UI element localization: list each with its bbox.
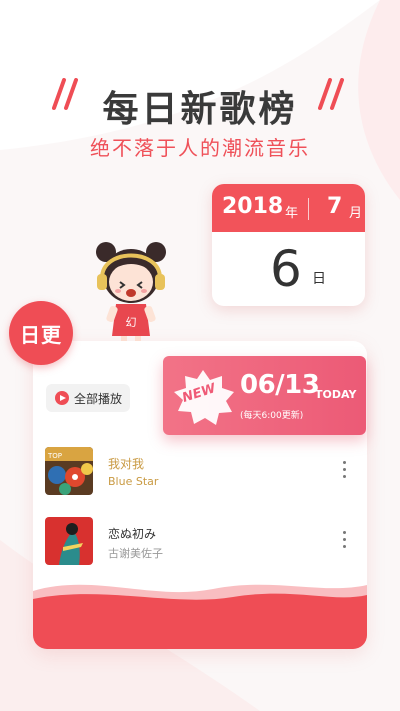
daily-update-badge: 日更 <box>9 301 73 365</box>
song-artist: Blue Star <box>108 475 159 488</box>
new-release-banner: NEW 06/13 TODAY (每天6:00更新) <box>163 356 366 435</box>
album-cover <box>45 517 93 565</box>
release-date: 06/13 <box>240 370 320 400</box>
svg-text:幻: 幻 <box>126 316 137 329</box>
calendar-month: 7 <box>327 194 343 219</box>
calendar-header: 2018 年 7 月 <box>212 184 365 232</box>
mascot-illustration: 幻 <box>96 242 166 355</box>
play-all-button[interactable]: 全部播放 <box>46 384 130 412</box>
today-label: TODAY <box>315 388 357 401</box>
calendar-year: 2018 <box>222 194 284 219</box>
calendar-month-unit: 月 <box>349 206 363 221</box>
headline-title: 每日新歌榜 <box>102 89 298 130</box>
calendar-separator <box>308 198 309 220</box>
more-icon[interactable] <box>341 531 347 553</box>
calendar-day: 6 <box>270 240 302 298</box>
calendar-year-unit: 年 <box>285 206 299 221</box>
more-icon[interactable] <box>341 461 347 483</box>
wave-decoration <box>33 584 367 649</box>
play-icon <box>55 391 69 405</box>
song-item[interactable]: TOP 我对我 Blue Star <box>45 447 355 497</box>
update-note: (每天6:00更新) <box>240 411 304 421</box>
calendar-card: 2018 年 7 月 6 日 <box>212 184 365 306</box>
svg-text:TOP: TOP <box>47 452 62 460</box>
subtitle: 绝不落于人的潮流音乐 <box>90 136 310 160</box>
play-all-label: 全部播放 <box>74 391 123 406</box>
song-title: 恋ぬ初み <box>108 527 157 541</box>
song-item[interactable]: 恋ぬ初み 古谢美佐子 <box>45 517 355 567</box>
calendar-day-unit: 日 <box>312 271 326 287</box>
song-title: 我对我 <box>108 457 145 471</box>
album-cover: TOP <box>45 447 93 495</box>
song-artist: 古谢美佐子 <box>108 547 163 560</box>
